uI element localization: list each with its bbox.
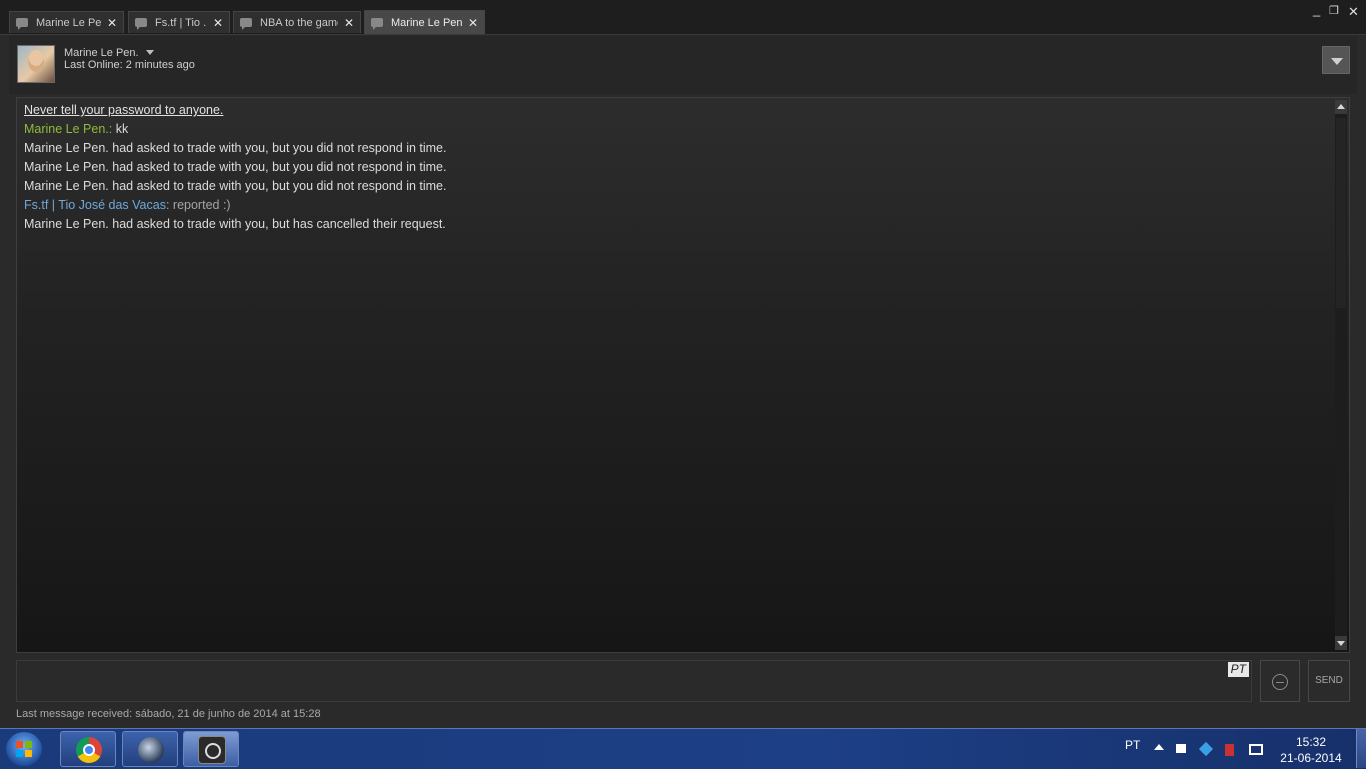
tab-label: Fs.tf | Tio ... [155,16,207,29]
emoticon-button[interactable] [1260,660,1300,702]
close-icon[interactable]: ✕ [468,16,478,30]
tab-marine-le-pen-active[interactable]: Marine Le Pen. ✕ [364,10,485,34]
scroll-up-icon[interactable] [1335,100,1347,114]
avatar[interactable] [17,45,55,83]
network-icon[interactable] [1249,744,1263,755]
tab-nba-to-the-game[interactable]: NBA to the game ✕ [233,11,361,33]
flag-icon[interactable] [1176,744,1186,753]
language-indicator[interactable]: PT [1125,738,1140,752]
system-message: Marine Le Pen. had asked to trade with y… [24,217,446,231]
friend-name[interactable]: Marine Le Pen. [64,47,139,59]
scroll-down-icon[interactable] [1335,636,1347,650]
steam-icon [138,737,164,763]
minimize-button[interactable]: _ [1313,2,1320,17]
close-icon[interactable]: ✕ [107,16,117,30]
close-icon[interactable]: ✕ [344,16,354,30]
chat-bubble-icon [135,18,147,30]
last-message-status: Last message received: sábado, 21 de jun… [16,708,321,720]
taskbar-steam-button[interactable] [183,731,239,767]
close-icon[interactable]: ✕ [213,16,223,30]
clock-date: 21-06-2014 [1280,751,1342,765]
tab-label: NBA to the game [260,16,338,29]
tab-marine-le-pen[interactable]: Marine Le Pen ✕ [9,11,124,33]
restore-button[interactable]: ❐ [1329,4,1339,17]
send-button[interactable]: SEND [1308,660,1350,702]
clock[interactable]: 15:32 21-06-2014 [1278,734,1344,766]
last-online-status: Last Online: 2 minutes ago [64,59,195,71]
input-language-badge: PT [1227,662,1249,677]
close-window-button[interactable]: ✕ [1348,4,1359,20]
chat-header: Marine Le Pen. Last Online: 2 minutes ag… [9,36,1357,94]
clock-time: 15:32 [1295,735,1327,749]
emoticon-icon [1272,674,1288,690]
chat-bubble-icon [240,18,252,30]
system-message: Marine Le Pen. had asked to trade with y… [24,160,447,174]
message-sender[interactable]: Marine Le Pen.: [24,122,112,136]
scrollbar[interactable] [1335,100,1347,650]
chat-message: Marine Le Pen.: kk [24,122,128,136]
scroll-thumb[interactable] [1336,118,1346,308]
usb-icon[interactable] [1225,744,1234,756]
message-input[interactable]: PT [16,660,1252,702]
message-sender[interactable]: Fs.tf | Tio José das Vacas [24,198,166,212]
show-desktop-button[interactable] [1356,729,1366,768]
options-dropdown-button[interactable] [1322,46,1350,74]
tab-label: Marine Le Pen [36,16,101,29]
taskbar-steam-app-button[interactable] [122,731,178,767]
steam-icon [198,736,226,764]
chevron-down-icon[interactable] [146,50,154,55]
taskbar-chrome-button[interactable] [60,731,116,767]
chat-history: Never tell your password to anyone. Mari… [16,97,1350,653]
password-warning[interactable]: Never tell your password to anyone. [24,103,223,117]
tab-label: Marine Le Pen. [391,16,462,29]
tab-bar: Marine Le Pen ✕ Fs.tf | Tio ... ✕ NBA to… [0,0,1366,35]
chat-bubble-icon [16,18,28,30]
chat-message: Fs.tf | Tio José das Vacas: reported :) [24,198,231,212]
chat-bubble-icon [371,18,383,30]
chrome-icon [76,737,102,763]
message-text: : reported :) [165,198,231,212]
message-text: kk [112,122,129,136]
tab-fs-tf[interactable]: Fs.tf | Tio ... ✕ [128,11,230,33]
system-message: Marine Le Pen. had asked to trade with y… [24,179,447,193]
system-message: Marine Le Pen. had asked to trade with y… [24,141,447,155]
windows-start-icon[interactable] [6,732,42,766]
show-hidden-icons-icon[interactable] [1154,744,1164,750]
